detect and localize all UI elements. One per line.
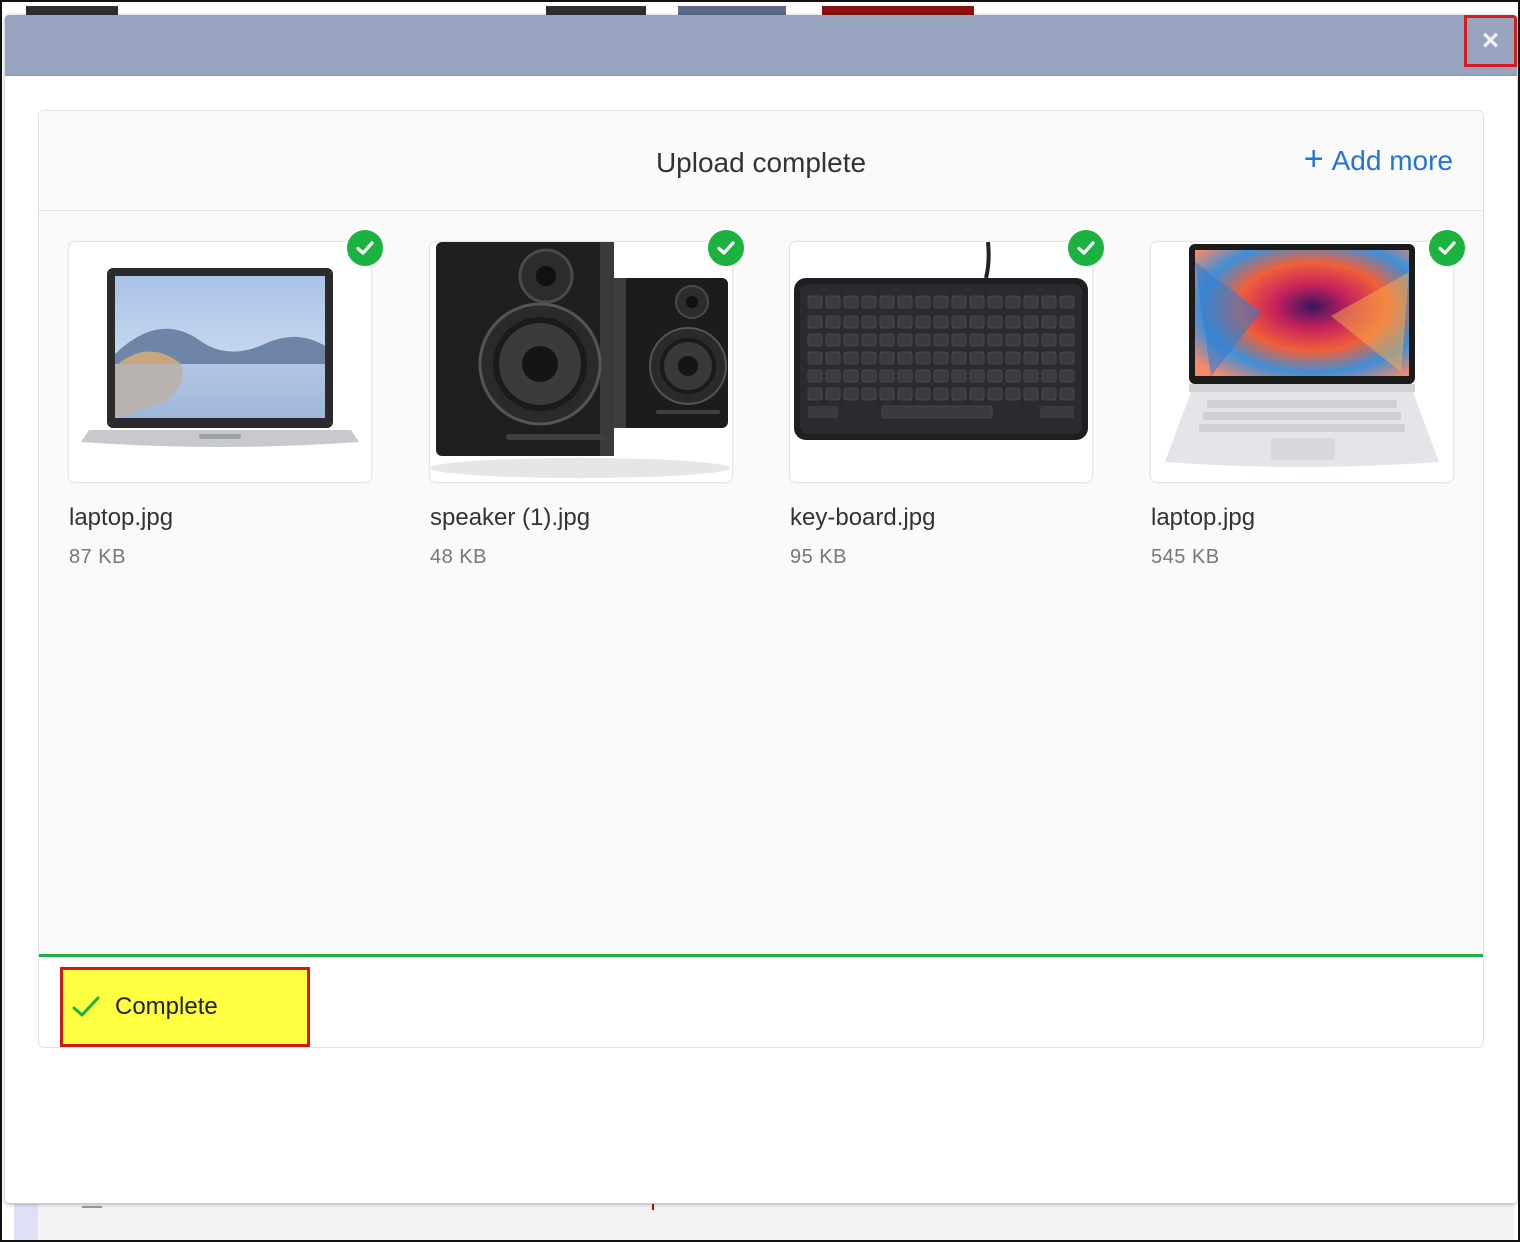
- close-button[interactable]: ×: [1464, 15, 1517, 67]
- file-size: 48 KB: [430, 546, 487, 568]
- file-item[interactable]: speaker (1).jpg 48 KB: [430, 228, 746, 569]
- background-page: [14, 1204, 1514, 1240]
- file-name: laptop.jpg: [69, 504, 174, 531]
- speakers-image: [430, 242, 730, 478]
- upload-success-icon: [1066, 228, 1106, 268]
- file-item[interactable]: laptop.jpg 545 KB: [1151, 228, 1467, 569]
- close-icon: ×: [1481, 24, 1500, 57]
- add-more-button[interactable]: + Add more: [1304, 141, 1453, 181]
- upload-modal: × Upload complete + Add more laptop.jpg …: [5, 15, 1517, 1203]
- plus-icon: +: [1303, 140, 1324, 178]
- uploader-dashboard: Upload complete + Add more laptop.jpg 87…: [38, 110, 1484, 1048]
- add-more-label: Add more: [1331, 145, 1453, 176]
- laptop-colorful-image: [1165, 244, 1439, 467]
- file-thumbnail[interactable]: [69, 242, 371, 482]
- file-thumbnail[interactable]: [790, 242, 1092, 482]
- background-sidebar: [14, 1204, 38, 1240]
- laptop-silver-image: [81, 268, 359, 447]
- file-size: 95 KB: [790, 546, 847, 568]
- upload-success-icon: [706, 228, 746, 268]
- background-divider: [82, 1206, 102, 1208]
- file-name: key-board.jpg: [790, 504, 936, 531]
- file-size: 545 KB: [1151, 546, 1220, 568]
- file-name: speaker (1).jpg: [430, 504, 591, 531]
- file-name: laptop.jpg: [1151, 504, 1256, 531]
- status-bar: Complete: [39, 954, 1483, 1047]
- dashboard-title: Upload complete: [655, 147, 867, 178]
- file-thumbnail[interactable]: [430, 242, 732, 482]
- dashboard-topbar: Upload complete + Add more: [39, 111, 1483, 211]
- modal-header: ×: [5, 15, 1517, 76]
- background-marker: [652, 1204, 654, 1210]
- status-complete: Complete: [60, 967, 310, 1047]
- file-size: 87 KB: [69, 546, 126, 568]
- progress-bar: [39, 954, 1483, 957]
- file-item[interactable]: key-board.jpg 95 KB: [790, 228, 1106, 569]
- file-thumbnail[interactable]: [1151, 242, 1453, 482]
- status-label: Complete: [115, 993, 218, 1020]
- upload-success-icon: [1427, 228, 1467, 268]
- file-item[interactable]: laptop.jpg 87 KB: [69, 228, 385, 569]
- keyboard-image: [794, 242, 1088, 440]
- upload-success-icon: [345, 228, 385, 268]
- checkmark-icon: [72, 996, 100, 1017]
